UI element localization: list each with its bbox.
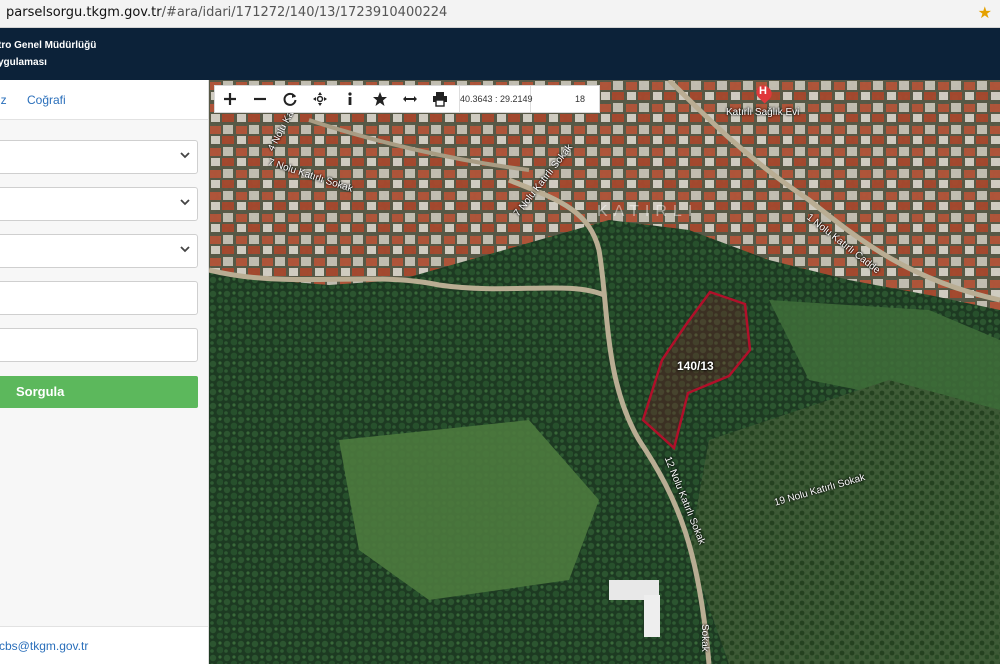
- zoom-out-icon: [254, 97, 266, 101]
- chevron-down-icon: [180, 199, 190, 206]
- district-select[interactable]: [0, 187, 198, 221]
- satellite-imagery: [209, 80, 1000, 664]
- bookmark-star-icon[interactable]: ★: [978, 3, 992, 23]
- refresh-icon: [283, 92, 297, 106]
- site-header: tro Genel Müdürlüğü ygulaması: [0, 28, 1000, 80]
- neighbourhood-watermark: KATIRLI: [597, 203, 699, 220]
- print-icon: [433, 92, 447, 107]
- street-label: Sokak: [699, 624, 710, 652]
- chevron-down-icon: [180, 152, 190, 159]
- chevron-down-icon: [180, 246, 190, 253]
- parcel-label[interactable]: 140/13: [677, 359, 714, 373]
- print-button[interactable]: [425, 86, 455, 112]
- zoom-in-button[interactable]: [215, 86, 245, 112]
- measure-icon: [403, 96, 417, 102]
- measure-button[interactable]: [395, 86, 425, 112]
- province-select[interactable]: [0, 140, 198, 174]
- pan-icon: [313, 92, 327, 106]
- browser-address-bar[interactable]: parselsorgu.tkgm.gov.tr/#ara/idari/17127…: [0, 0, 1000, 28]
- zoom-in-icon: [224, 93, 236, 105]
- header-title-line1: tro Genel Müdürlüğü: [0, 40, 97, 51]
- contact-email-link[interactable]: cbs@tkgm.gov.tr: [0, 639, 88, 653]
- tab-cografi[interactable]: Coğrafi: [27, 93, 66, 107]
- coordinate-readout: 40.3643 : 29.2149: [459, 86, 533, 112]
- favorite-button[interactable]: [365, 86, 395, 112]
- parcel-number-input[interactable]: [0, 328, 198, 362]
- poi-marker-letter: H: [759, 85, 767, 97]
- block-number-input[interactable]: [0, 281, 198, 315]
- satellite-map[interactable]: [209, 80, 1000, 664]
- header-title-line2: ygulaması: [0, 57, 47, 68]
- info-icon: [348, 92, 352, 105]
- panel-footer: cbs@tkgm.gov.tr: [0, 626, 208, 664]
- poi-label: Katırlı Sağlık Evi: [726, 107, 800, 118]
- query-panel: iz Coğrafi Sorgula cbs@tkgm.gov.tr: [0, 80, 209, 664]
- query-tabs: iz Coğrafi: [0, 80, 208, 120]
- url-text[interactable]: parselsorgu.tkgm.gov.tr/#ara/idari/17127…: [6, 5, 447, 20]
- tab-idari[interactable]: iz: [0, 93, 7, 107]
- info-button[interactable]: [335, 86, 365, 112]
- map-toolbar: 40.3643 : 29.2149 18: [214, 85, 600, 113]
- neighbourhood-select[interactable]: [0, 234, 198, 268]
- favorite-icon: [373, 92, 387, 106]
- zoom-out-button[interactable]: [245, 86, 275, 112]
- refresh-button[interactable]: [275, 86, 305, 112]
- zoom-level: 18: [574, 94, 585, 104]
- query-button[interactable]: Sorgula: [0, 376, 198, 408]
- pan-button[interactable]: [305, 86, 335, 112]
